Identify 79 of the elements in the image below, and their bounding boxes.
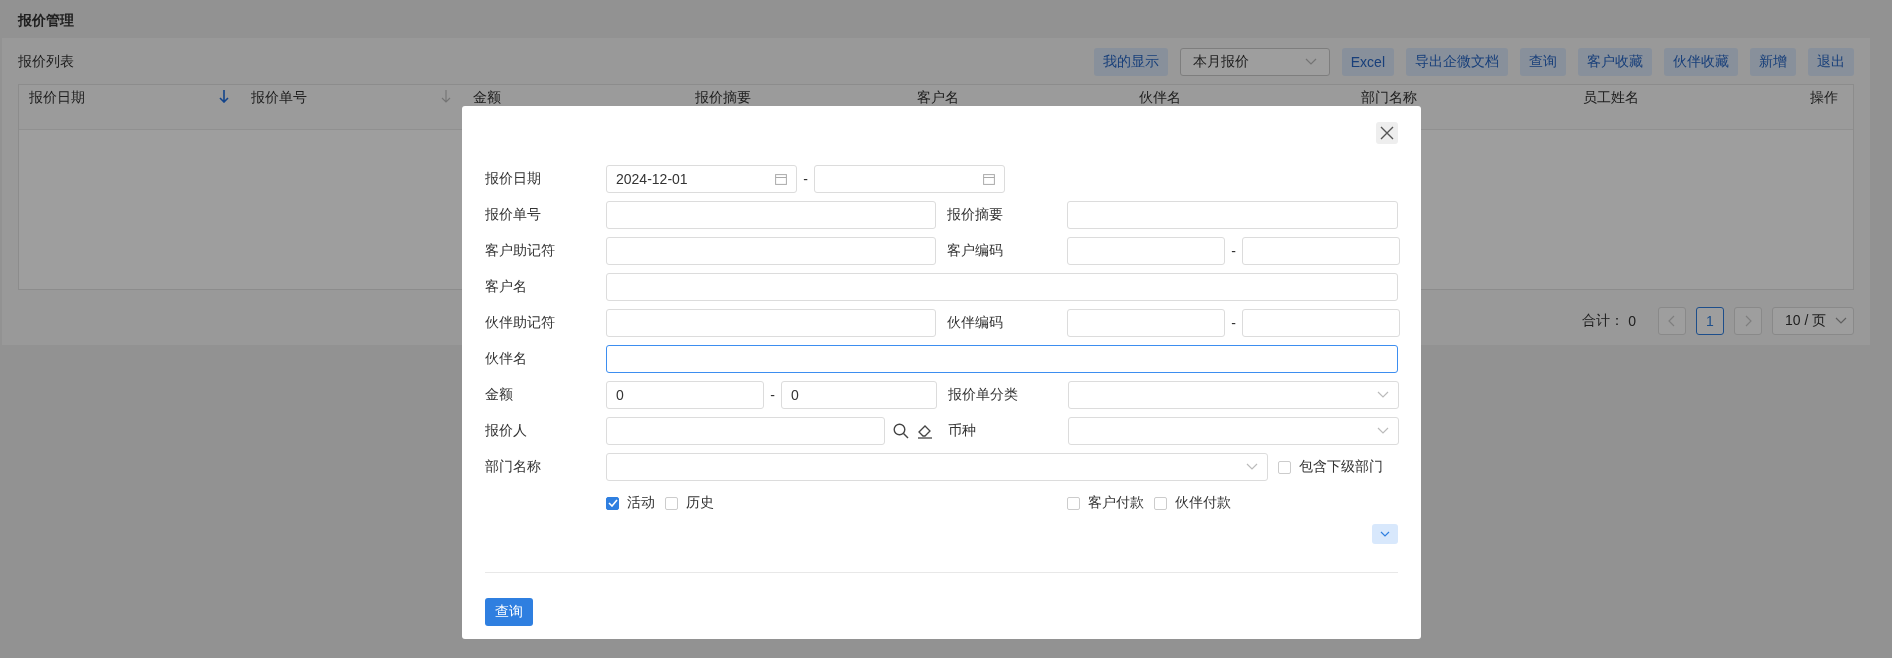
select-field[interactable] [1068, 381, 1399, 409]
total-count: 0 [1628, 313, 1636, 329]
range-separator: - [769, 387, 776, 403]
checkbox[interactable] [665, 496, 678, 510]
checkbox[interactable] [606, 496, 619, 510]
search-icon[interactable] [893, 423, 909, 439]
field-label: 客户编码 [947, 242, 1004, 260]
field-label: 币种 [948, 422, 977, 440]
checkbox-label: 历史 [686, 494, 714, 512]
eraser-icon[interactable] [917, 423, 933, 439]
toolbar-button[interactable]: 新增 [1750, 48, 1796, 76]
toolbar-button[interactable]: 退出 [1808, 48, 1854, 76]
toolbar-button[interactable]: 客户收藏 [1578, 48, 1652, 76]
chevron-down-icon [1380, 531, 1390, 537]
column-header[interactable]: 操作 [1810, 89, 1838, 107]
expand-button[interactable] [1372, 524, 1398, 544]
field-label: 伙伴名 [485, 350, 528, 368]
checkbox[interactable] [1067, 496, 1080, 510]
field-label: 部门名称 [485, 458, 542, 476]
field-label: 报价摘要 [947, 206, 1004, 224]
total-label: 合计： [1582, 312, 1625, 330]
chevron-down-icon [1377, 427, 1389, 435]
field-label: 报价单分类 [948, 386, 1019, 404]
column-header[interactable]: 部门名称 [1361, 89, 1417, 107]
toolbar-button[interactable]: 导出企微文档 [1406, 48, 1508, 76]
field-label: 报价单号 [485, 206, 542, 224]
column-header[interactable]: 客户名 [917, 89, 959, 107]
checkbox-label: 客户付款 [1088, 494, 1144, 512]
calendar-icon [983, 173, 995, 185]
column-header[interactable]: 报价日期 [29, 89, 85, 107]
field-label: 客户名 [485, 278, 528, 296]
field-label: 伙伴编码 [947, 314, 1004, 332]
toolbar-button[interactable]: 伙伴收藏 [1664, 48, 1738, 76]
field-label: 报价日期 [485, 170, 542, 188]
input-field[interactable]: 0 [606, 381, 764, 409]
checkbox-label: 活动 [627, 494, 655, 512]
checkbox[interactable] [1154, 496, 1167, 510]
toolbar-button[interactable]: 我的显示 [1093, 48, 1168, 76]
chevron-down-icon [1377, 391, 1389, 399]
column-header[interactable]: 伙伴名 [1139, 89, 1181, 107]
panel-title: 报价列表 [18, 53, 74, 71]
toolbar-button[interactable]: Excel [1341, 48, 1394, 76]
select-field[interactable] [606, 453, 1268, 481]
sort-arrow-icon[interactable] [441, 89, 451, 103]
field-label: 金额 [485, 386, 514, 404]
chevron-left-icon [1668, 315, 1676, 327]
column-header[interactable]: 员工姓名 [1583, 89, 1639, 107]
checkbox-label: 包含下级部门 [1299, 458, 1383, 476]
chevron-right-icon [1744, 315, 1752, 327]
range-separator: - [1230, 315, 1237, 331]
field-label: 客户助记符 [485, 242, 556, 260]
field-label: 伙伴助记符 [485, 314, 556, 332]
previous-page-button[interactable] [1658, 307, 1686, 335]
chevron-down-icon [1835, 317, 1847, 325]
range-separator: - [802, 171, 809, 187]
checkbox-label: 伙伴付款 [1175, 494, 1231, 512]
date-field[interactable] [814, 165, 1005, 193]
sort-arrow-icon[interactable] [219, 89, 229, 103]
chevron-down-icon [1304, 58, 1317, 66]
checkbox[interactable] [1278, 460, 1291, 474]
chevron-down-icon [1246, 463, 1258, 471]
calendar-icon [775, 173, 787, 185]
period-select[interactable]: 本月报价 [1179, 48, 1330, 76]
page-button[interactable]: 1 [1696, 307, 1724, 335]
select-field[interactable] [1068, 417, 1399, 445]
search-button[interactable]: 查询 [485, 598, 533, 626]
date-field[interactable]: 2024-12-01 [606, 165, 797, 193]
page-title: 报价管理 [18, 11, 74, 30]
input-field[interactable] [606, 345, 1398, 373]
toolbar-button[interactable]: 查询 [1520, 48, 1566, 76]
close-button[interactable] [1376, 122, 1398, 144]
column-header[interactable]: 金额 [473, 89, 501, 107]
field-label: 报价人 [485, 422, 528, 440]
column-header[interactable]: 报价摘要 [695, 89, 751, 107]
input-field[interactable]: 0 [781, 381, 937, 409]
range-separator: - [1230, 243, 1237, 259]
page-size-select[interactable]: 10 / 页 [1772, 307, 1854, 335]
next-page-button[interactable] [1734, 307, 1762, 335]
column-header[interactable]: 报价单号 [251, 89, 307, 107]
